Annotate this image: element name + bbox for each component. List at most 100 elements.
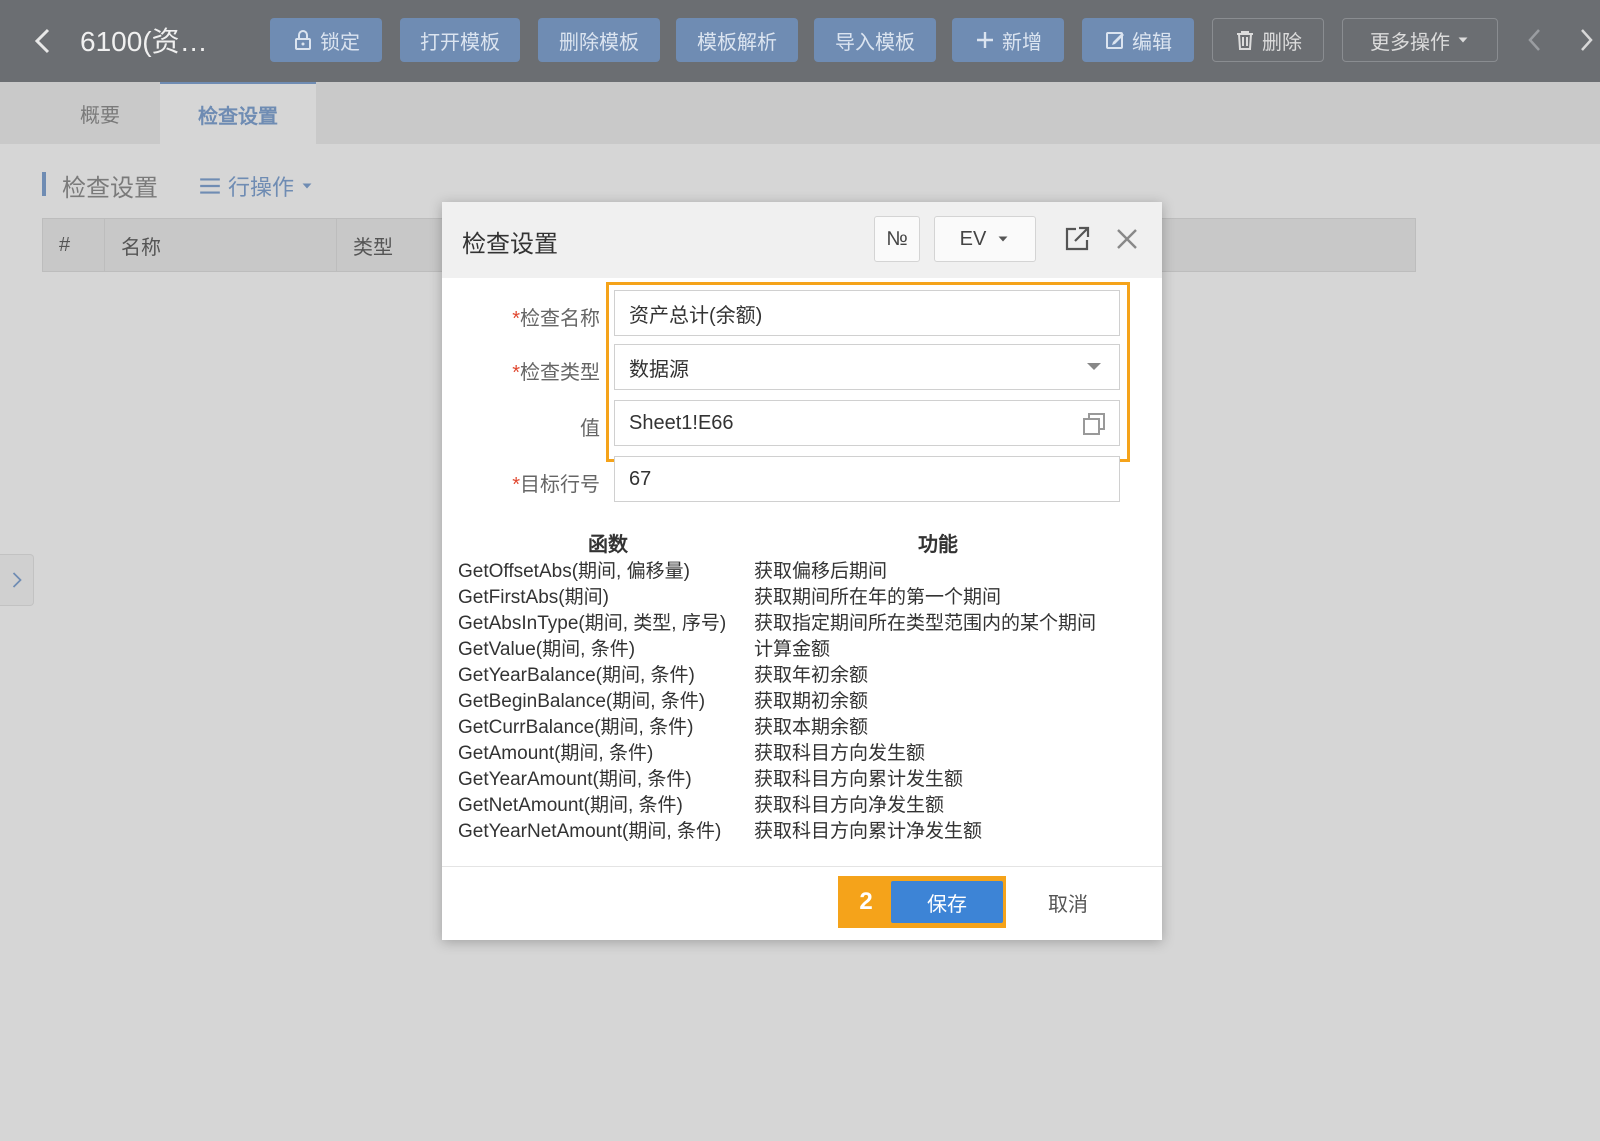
function-desc: 获取偏移后期间 [754, 561, 888, 582]
function-desc: 获取指定期间所在类型范围内的某个期间 [754, 613, 1097, 634]
function-desc: 获取科目方向净发生额 [754, 795, 945, 816]
function-desc: 计算金额 [754, 639, 831, 660]
cancel-button[interactable]: 取消 [1048, 888, 1088, 917]
function-desc: 获取科目方向累计净发生额 [754, 821, 983, 842]
save-highlight: 2 保存 [838, 876, 1006, 928]
step-number-badge: 2 [859, 888, 873, 915]
close-icon[interactable] [1114, 226, 1140, 252]
next-record-icon[interactable] [1574, 22, 1600, 58]
caret-down-icon [302, 183, 312, 189]
check-name-label-text: 检查名称 [520, 308, 600, 330]
delete-label: 删除 [1262, 31, 1302, 54]
tab-bar: 概要 检查设置 [0, 82, 1600, 144]
check-settings-dialog: 检查设置 № EV *检查名称 资产总计(余额) *检查类型 数据源 值 She… [442, 202, 1162, 940]
check-type-value: 数据源 [629, 358, 689, 381]
row-operations-label: 行操作 [228, 175, 295, 200]
ev-dropdown[interactable]: EV [934, 216, 1036, 262]
target-row-input[interactable]: 67 [614, 456, 1120, 502]
value-label-text: 值 [580, 418, 600, 440]
parse-template-label: 模板解析 [697, 31, 777, 54]
delete-button[interactable]: 删除 [1212, 18, 1324, 62]
check-name-label: *检查名称 [442, 302, 600, 331]
top-toolbar: 6100(资… 锁定 打开模板 删除模板 模板解析 导入模板 新增 编辑 删除 … [0, 0, 1600, 82]
value-input[interactable]: Sheet1!E66 [614, 400, 1120, 446]
functions-header: 函数 [588, 534, 628, 556]
function-desc: 获取本期余额 [754, 717, 869, 738]
delete-template-label: 删除模板 [559, 31, 639, 54]
footer-divider [442, 866, 1162, 867]
check-name-input[interactable]: 资产总计(余额) [614, 290, 1120, 336]
function-desc: 获取科目方向累计发生额 [754, 769, 964, 790]
section-accent-bar [42, 172, 46, 196]
function-desc: 获取期初余额 [754, 691, 869, 712]
check-type-label-text: 检查类型 [520, 362, 600, 384]
back-arrow-icon[interactable] [28, 24, 58, 58]
import-template-button[interactable]: 导入模板 [814, 18, 936, 62]
page-title: 6100(资… [80, 26, 208, 57]
target-row-label: *目标行号 [442, 468, 600, 497]
function-desc: 获取年初余额 [754, 665, 869, 686]
function-desc: 获取期间所在年的第一个期间 [754, 587, 1002, 608]
required-mark: * [512, 308, 520, 330]
plus-icon [977, 32, 993, 48]
check-name-value: 资产总计(余额) [629, 304, 763, 327]
function-desc: 获取科目方向发生额 [754, 743, 926, 764]
required-mark: * [512, 362, 520, 384]
number-button-label: № [886, 227, 908, 250]
caret-down-icon [1458, 37, 1468, 43]
more-actions-dropdown[interactable]: 更多操作 [1342, 18, 1498, 62]
function-name: GetAbsInType(期间, 类型, 序号) [458, 613, 727, 634]
more-actions-label: 更多操作 [1370, 31, 1450, 54]
parse-template-button[interactable]: 模板解析 [676, 18, 798, 62]
required-mark: * [512, 474, 520, 496]
copy-icon[interactable] [1081, 411, 1107, 437]
delete-template-button[interactable]: 删除模板 [538, 18, 660, 62]
list-icon [200, 178, 220, 194]
open-template-label: 打开模板 [420, 31, 500, 54]
trash-icon [1237, 31, 1253, 50]
check-type-select[interactable]: 数据源 [614, 344, 1120, 390]
import-template-label: 导入模板 [835, 31, 915, 54]
side-panel-toggle[interactable] [0, 554, 34, 606]
open-template-button[interactable]: 打开模板 [400, 18, 520, 62]
function-name: GetYearNetAmount(期间, 条件) [458, 821, 722, 842]
tab-overview-label: 概要 [80, 104, 120, 127]
function-name: GetYearAmount(期间, 条件) [458, 769, 692, 790]
function-name: GetNetAmount(期间, 条件) [458, 795, 683, 816]
value-label: 值 [442, 412, 600, 441]
edit-label: 编辑 [1132, 31, 1172, 54]
check-type-label: *检查类型 [442, 356, 600, 385]
dialog-header: 检查设置 № EV [442, 202, 1162, 278]
section-title: 检查设置 [62, 175, 158, 202]
add-button[interactable]: 新增 [952, 18, 1064, 62]
function-name: GetYearBalance(期间, 条件) [458, 665, 695, 686]
save-button-label: 保存 [927, 893, 967, 916]
value-value: Sheet1!E66 [629, 411, 734, 434]
function-name: GetBeginBalance(期间, 条件) [458, 691, 706, 712]
function-name: GetAmount(期间, 条件) [458, 743, 654, 764]
target-row-label-text: 目标行号 [520, 474, 600, 496]
lock-label: 锁定 [320, 31, 360, 54]
function-name: GetFirstAbs(期间) [458, 587, 609, 608]
prev-record-icon[interactable] [1522, 22, 1548, 58]
lock-icon [295, 30, 311, 50]
function-name: GetOffsetAbs(期间, 偏移量) [458, 561, 690, 582]
function-name: GetValue(期间, 条件) [458, 639, 636, 660]
save-button[interactable]: 保存 [891, 881, 1003, 923]
row-operations-dropdown[interactable]: 行操作 [198, 170, 314, 202]
function-name: GetCurrBalance(期间, 条件) [458, 717, 694, 738]
lock-button[interactable]: 锁定 [270, 18, 382, 62]
ev-dropdown-label: EV [959, 227, 987, 250]
popout-icon[interactable] [1062, 224, 1092, 254]
edit-button[interactable]: 编辑 [1082, 18, 1194, 62]
dropdown-caret-icon [1087, 363, 1101, 370]
target-row-value: 67 [629, 467, 652, 490]
number-button[interactable]: № [874, 216, 920, 262]
tab-overview[interactable]: 概要 [40, 82, 160, 144]
dialog-title: 检查设置 [462, 231, 558, 258]
edit-icon [1106, 32, 1124, 49]
tab-check-settings-label: 检查设置 [198, 105, 278, 128]
column-header-name: 名称 [105, 219, 337, 271]
description-header: 功能 [918, 534, 958, 556]
tab-check-settings[interactable]: 检查设置 [160, 82, 316, 144]
